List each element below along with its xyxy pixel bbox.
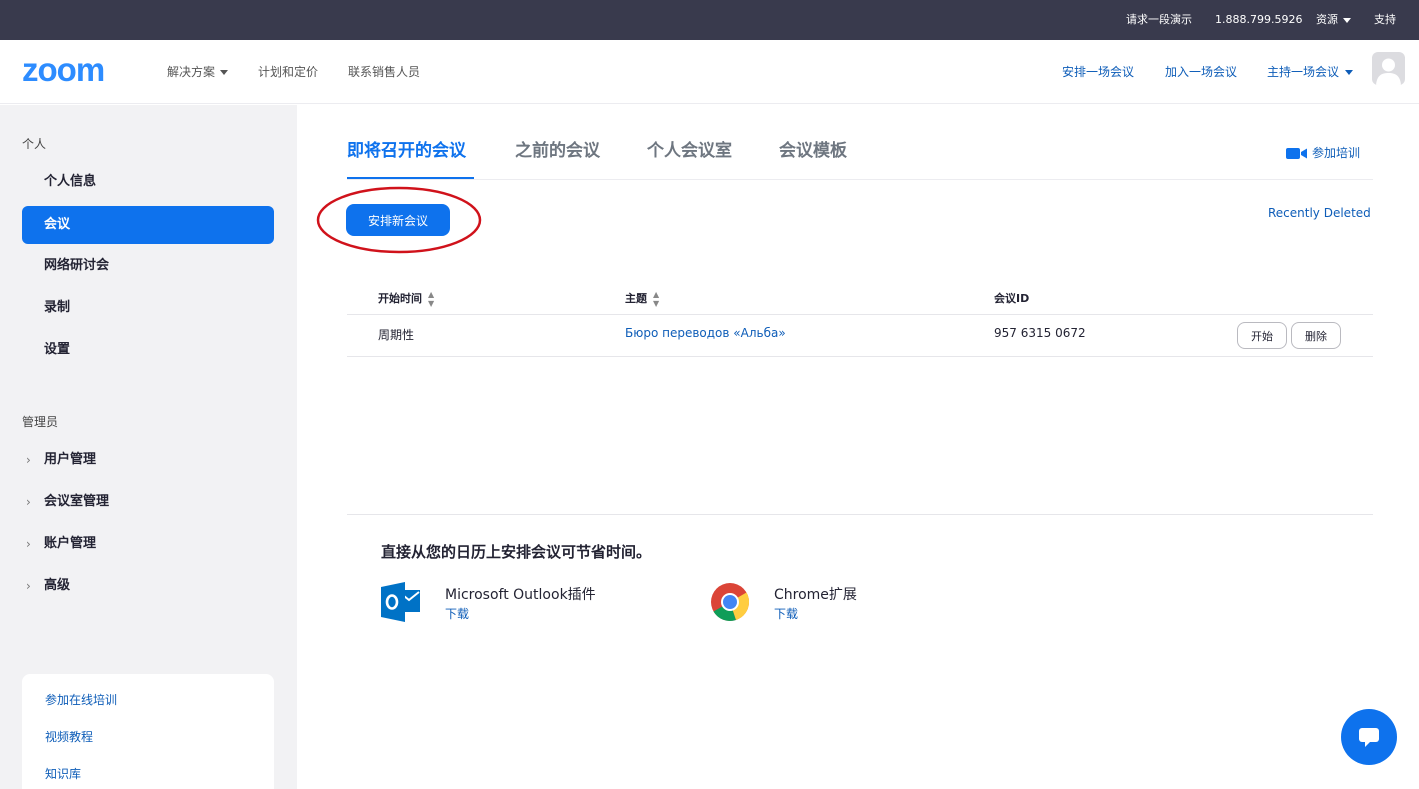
column-header-topic[interactable]: 主题 ▲ ▼ bbox=[625, 290, 659, 308]
table-row-divider bbox=[347, 356, 1373, 357]
sidebar-item-recordings[interactable]: 录制 bbox=[22, 289, 274, 327]
video-camera-icon bbox=[1286, 148, 1307, 159]
column-header-label: 开始时间 bbox=[378, 292, 422, 305]
table-header-divider bbox=[347, 314, 1373, 315]
outlook-download-link[interactable]: 下载 bbox=[445, 605, 469, 622]
chat-button[interactable] bbox=[1341, 709, 1397, 765]
sidebar-item-account-management[interactable]: 账户管理 bbox=[22, 525, 274, 563]
tabs-divider bbox=[347, 179, 1373, 180]
column-header-label: 主题 bbox=[625, 292, 647, 305]
avatar-icon bbox=[1376, 58, 1401, 85]
join-meeting-link[interactable]: 加入一场会议 bbox=[1165, 40, 1237, 104]
start-meeting-button[interactable]: 开始 bbox=[1237, 322, 1287, 349]
online-training-link[interactable]: 参加在线培训 bbox=[45, 691, 117, 708]
contact-sales-link[interactable]: 联系销售人员 bbox=[348, 40, 420, 104]
schedule-new-meeting-button[interactable]: 安排新会议 bbox=[346, 204, 450, 236]
chrome-extension-name: Chrome扩展 bbox=[774, 587, 857, 603]
help-links-box: 参加在线培训 视频教程 知识库 bbox=[22, 674, 274, 789]
solutions-menu[interactable]: 解决方案 bbox=[167, 40, 229, 104]
tab-previous[interactable]: 之前的会议 bbox=[515, 136, 600, 161]
tab-templates[interactable]: 会议模板 bbox=[779, 136, 847, 161]
request-demo-link[interactable]: 请求一段演示 bbox=[1126, 0, 1192, 40]
host-meeting-label: 主持一场会议 bbox=[1267, 65, 1340, 79]
meeting-topic-link[interactable]: Бюро переводов «Альба» bbox=[625, 326, 786, 340]
support-link[interactable]: 支持 bbox=[1374, 0, 1396, 40]
caret-down-icon bbox=[1343, 17, 1351, 23]
solutions-label: 解决方案 bbox=[167, 65, 216, 79]
column-header-meeting-id: 会议ID bbox=[994, 292, 1030, 305]
column-header-start-time[interactable]: 开始时间 ▲ ▼ bbox=[378, 290, 434, 308]
recently-deleted-link[interactable]: Recently Deleted bbox=[1268, 206, 1371, 220]
chrome-icon bbox=[711, 583, 750, 621]
zoom-logo[interactable]: zoom bbox=[22, 56, 134, 86]
resources-menu[interactable]: 资源 bbox=[1316, 0, 1351, 40]
tab-upcoming[interactable]: 即将召开的会议 bbox=[347, 136, 466, 161]
sidebar-item-profile[interactable]: 个人信息 bbox=[22, 163, 274, 201]
sidebar-item-room-management[interactable]: 会议室管理 bbox=[22, 483, 274, 521]
admin-heading: 管理员 bbox=[22, 415, 59, 429]
sidebar-item-webinars[interactable]: 网络研讨会 bbox=[22, 247, 274, 285]
outlook-plugin-name: Microsoft Outlook插件 bbox=[445, 587, 596, 603]
sidebar: 个人 个人信息 会议 网络研讨会 录制 设置 管理员 › 用户管理 › 会议室管… bbox=[0, 105, 297, 789]
chat-icon bbox=[1359, 728, 1379, 747]
utility-bar: 请求一段演示 1.888.799.5926 资源 支持 bbox=[0, 0, 1419, 40]
join-training-link[interactable]: 参加培训 bbox=[1286, 144, 1360, 161]
zoom-logo-text: zoom bbox=[22, 56, 104, 86]
outlook-icon bbox=[381, 582, 420, 622]
meeting-start-time: 周期性 bbox=[378, 328, 415, 342]
tab-personal-room[interactable]: 个人会议室 bbox=[647, 136, 732, 161]
schedule-meeting-link[interactable]: 安排一场会议 bbox=[1062, 40, 1134, 104]
sidebar-item-meetings[interactable]: 会议 bbox=[22, 206, 274, 244]
promo-divider bbox=[347, 514, 1373, 515]
knowledge-base-link[interactable]: 知识库 bbox=[45, 765, 81, 782]
host-meeting-menu[interactable]: 主持一场会议 bbox=[1267, 40, 1354, 104]
join-training-label: 参加培训 bbox=[1312, 146, 1361, 160]
sort-icon: ▲ ▼ bbox=[653, 290, 660, 308]
caret-down-icon bbox=[220, 70, 229, 75]
sidebar-item-settings[interactable]: 设置 bbox=[22, 331, 274, 369]
video-tutorials-link[interactable]: 视频教程 bbox=[45, 728, 93, 745]
meeting-id: 957 6315 0672 bbox=[994, 326, 1086, 340]
avatar[interactable] bbox=[1372, 52, 1405, 85]
chrome-download-link[interactable]: 下载 bbox=[774, 605, 798, 622]
resources-label: 资源 bbox=[1316, 13, 1338, 26]
delete-meeting-button[interactable]: 删除 bbox=[1291, 322, 1341, 349]
caret-down-icon bbox=[1345, 70, 1354, 75]
sidebar-item-advanced[interactable]: 高级 bbox=[22, 567, 274, 605]
calendar-promo-title: 直接从您的日历上安排会议可节省时间。 bbox=[381, 543, 652, 561]
phone-number[interactable]: 1.888.799.5926 bbox=[1215, 0, 1302, 40]
personal-heading: 个人 bbox=[22, 137, 47, 151]
sort-icon: ▲ ▼ bbox=[428, 290, 435, 308]
header: zoom 解决方案 计划和定价 联系销售人员 安排一场会议 加入一场会议 主持一… bbox=[0, 40, 1419, 104]
sidebar-item-user-management[interactable]: 用户管理 bbox=[22, 441, 274, 479]
plans-pricing-link[interactable]: 计划和定价 bbox=[258, 40, 318, 104]
